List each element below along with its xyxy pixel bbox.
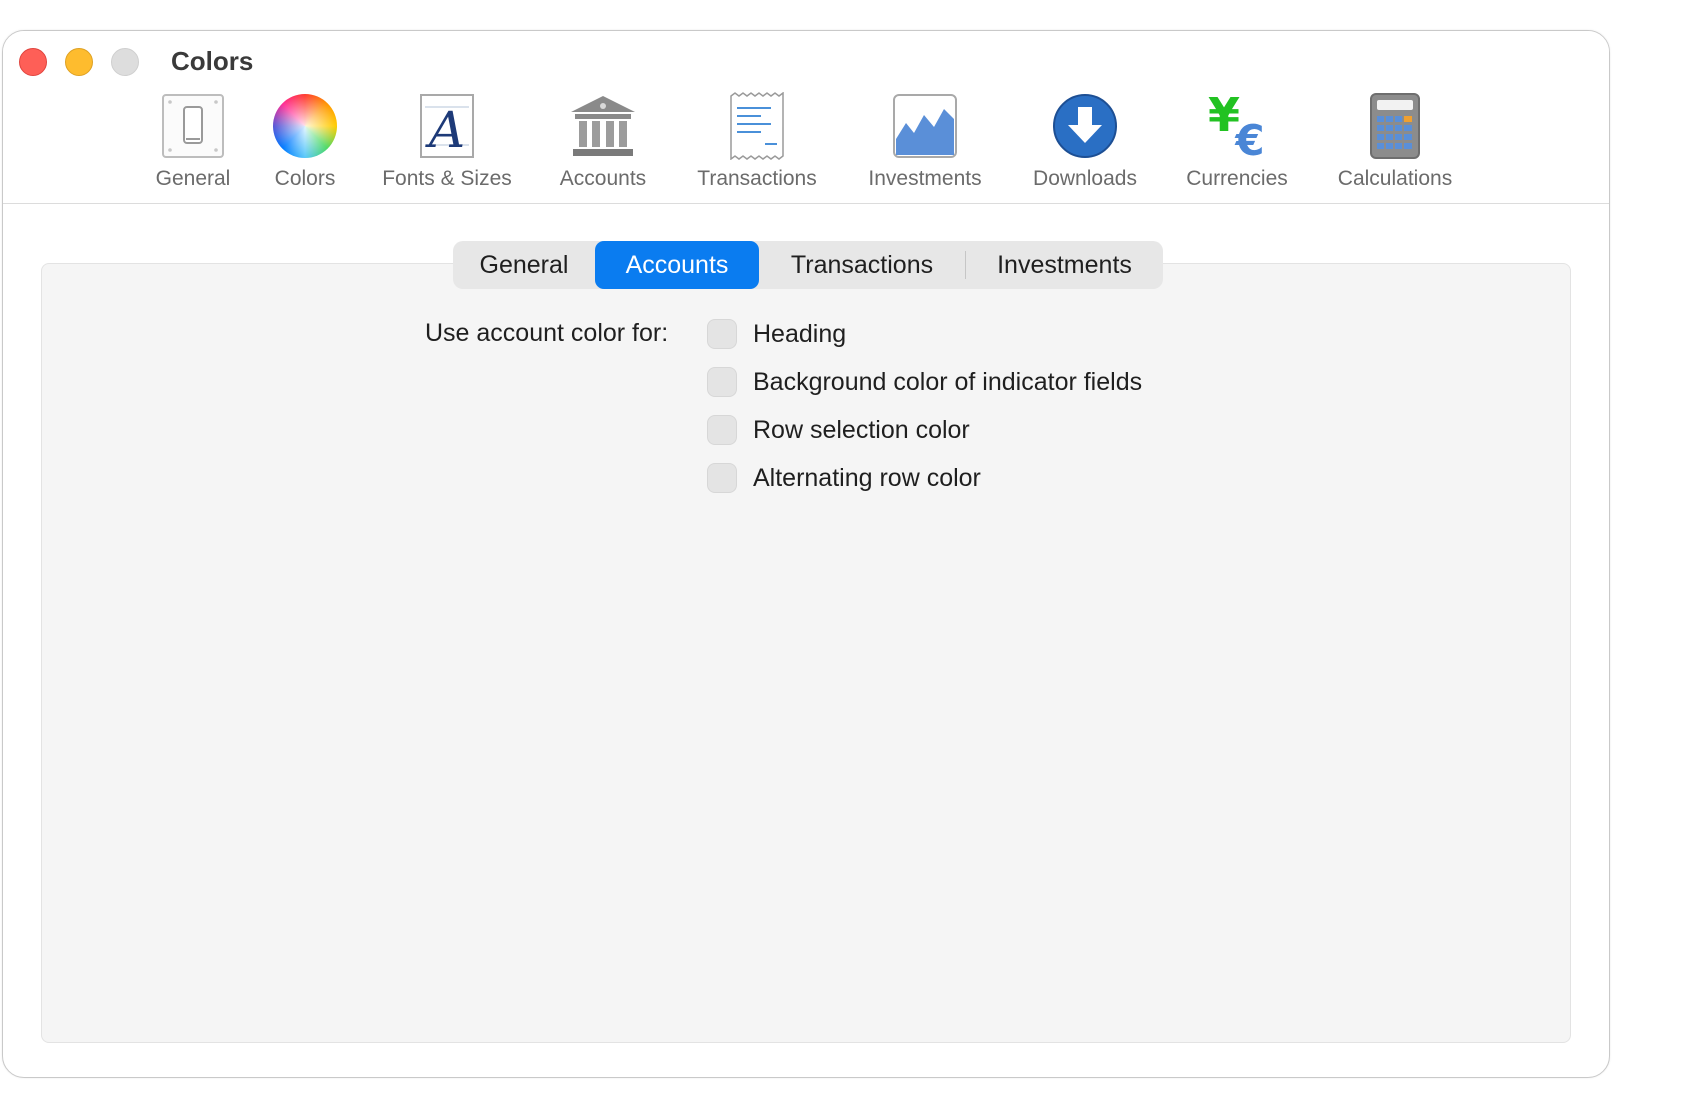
toolbar-label-calculations: Calculations <box>1337 167 1453 190</box>
calculator-icon <box>1360 91 1430 161</box>
close-window-button[interactable] <box>19 48 47 76</box>
toolbar-label-transactions: Transactions <box>697 167 817 190</box>
svg-text:A: A <box>425 101 465 159</box>
color-wheel-icon <box>270 91 340 161</box>
use-account-color-label: Use account color for: <box>425 319 669 347</box>
row-selection-checkbox[interactable] <box>707 415 737 445</box>
bank-icon <box>568 91 638 161</box>
svg-text:€: € <box>1234 116 1264 161</box>
receipt-icon <box>722 91 792 161</box>
option-row-selection[interactable]: Row selection color <box>707 415 970 445</box>
alternating-row-checkbox-label[interactable]: Alternating row color <box>753 464 981 493</box>
window-title: Colors <box>171 46 254 76</box>
general-switch-icon <box>158 91 228 161</box>
heading-checkbox-label[interactable]: Heading <box>753 320 846 349</box>
background-indicator-checkbox-label[interactable]: Background color of indicator fields <box>753 368 1142 397</box>
chart-icon <box>890 91 960 161</box>
currency-icon: ¥ € <box>1202 91 1272 161</box>
toolbar-label-downloads: Downloads <box>1033 167 1137 190</box>
toolbar-label-investments: Investments <box>868 167 982 190</box>
toolbar-item-downloads[interactable]: Downloads <box>1015 91 1155 191</box>
alternating-row-checkbox[interactable] <box>707 463 737 493</box>
toolbar-item-investments[interactable]: Investments <box>855 91 995 191</box>
toolbar-item-colors[interactable]: Colors <box>235 91 375 191</box>
toolbar-item-currencies[interactable]: ¥ € Currencies <box>1167 91 1307 191</box>
option-background-indicator[interactable]: Background color of indicator fields <box>707 367 1142 397</box>
tab-accounts[interactable]: Accounts <box>595 241 759 289</box>
tab-transactions[interactable]: Transactions <box>759 241 965 289</box>
toolbar-item-fonts-sizes[interactable]: A Fonts & Sizes <box>377 91 517 191</box>
background-indicator-checkbox[interactable] <box>707 367 737 397</box>
toolbar-label-fonts-sizes: Fonts & Sizes <box>382 167 512 190</box>
toolbar-item-accounts[interactable]: Accounts <box>533 91 673 191</box>
toolbar-label-currencies: Currencies <box>1186 167 1288 190</box>
option-heading[interactable]: Heading <box>707 319 846 349</box>
section-tabs: General Accounts Transactions Investment… <box>453 241 1163 289</box>
download-icon <box>1050 91 1120 161</box>
preferences-toolbar: General Colors A Fonts & Sizes Accounts … <box>3 91 1609 201</box>
toolbar-item-transactions[interactable]: Transactions <box>687 91 827 191</box>
font-icon: A <box>412 91 482 161</box>
toolbar-label-colors: Colors <box>274 167 336 190</box>
tab-general[interactable]: General <box>453 241 595 289</box>
option-alternating-row[interactable]: Alternating row color <box>707 463 981 493</box>
toolbar-label-general: General <box>155 167 231 190</box>
zoom-window-button[interactable] <box>111 48 139 76</box>
heading-checkbox[interactable] <box>707 319 737 349</box>
row-selection-checkbox-label[interactable]: Row selection color <box>753 416 970 445</box>
tab-investments[interactable]: Investments <box>966 241 1163 289</box>
toolbar-label-accounts: Accounts <box>559 167 647 190</box>
preferences-window: Colors General Colors A Fonts & Sizes Ac… <box>2 30 1610 1078</box>
minimize-window-button[interactable] <box>65 48 93 76</box>
toolbar-item-calculations[interactable]: Calculations <box>1325 91 1465 191</box>
title-bar: Colors General Colors A Fonts & Sizes Ac… <box>3 31 1609 204</box>
